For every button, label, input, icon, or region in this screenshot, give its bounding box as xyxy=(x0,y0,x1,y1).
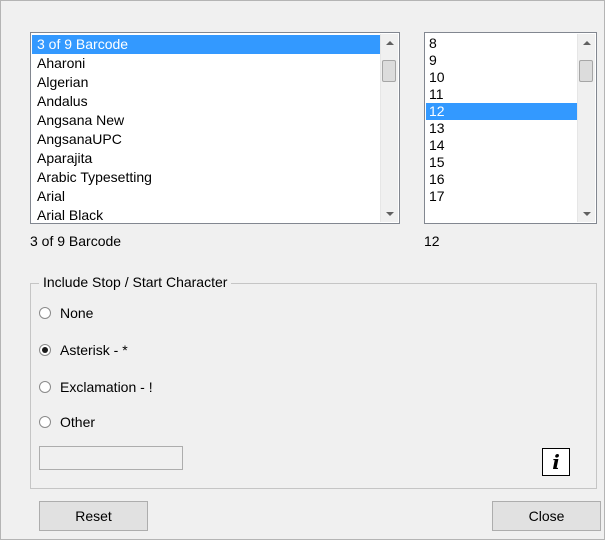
font-list-item[interactable]: Algerian xyxy=(32,73,381,92)
reset-button[interactable]: Reset xyxy=(39,501,148,531)
selected-font-label: 3 of 9 Barcode xyxy=(30,233,122,249)
font-list-item[interactable]: Andalus xyxy=(32,92,381,111)
font-list-item[interactable]: Arial Black xyxy=(32,206,381,223)
radio-asterisk[interactable]: Asterisk - * xyxy=(39,340,128,360)
font-list-items: 3 of 9 Barcode Aharoni Algerian Andalus Angs… xyxy=(32,35,381,223)
radio-button-icon[interactable] xyxy=(39,416,51,428)
size-list-item[interactable]: 15 xyxy=(426,154,578,171)
font-list-scrollbar[interactable] xyxy=(380,34,398,222)
size-list-item[interactable]: 11 xyxy=(426,86,578,103)
radio-label: None xyxy=(60,305,94,321)
size-list-item[interactable]: 13 xyxy=(426,120,578,137)
scroll-up-arrow-icon[interactable] xyxy=(578,34,595,51)
radio-none[interactable]: None xyxy=(39,303,93,323)
scroll-down-arrow-icon[interactable] xyxy=(381,205,398,222)
font-list-item[interactable]: 3 of 9 Barcode xyxy=(32,35,381,54)
stop-start-group-title: Include Stop / Start Character xyxy=(39,274,232,290)
radio-label: Exclamation - ! xyxy=(60,379,153,395)
radio-label: Asterisk - * xyxy=(60,342,128,358)
size-list-items: 8 9 10 11 12 13 14 15 16 17 xyxy=(426,35,578,205)
size-list-item[interactable]: 9 xyxy=(426,52,578,69)
size-listbox[interactable]: 8 9 10 11 12 13 14 15 16 17 xyxy=(424,32,597,224)
size-list-item[interactable]: 10 xyxy=(426,69,578,86)
size-list-item[interactable]: 12 xyxy=(426,103,578,120)
radio-other[interactable]: Other xyxy=(39,412,95,432)
selected-size-label: 12 xyxy=(424,233,440,249)
font-listbox[interactable]: 3 of 9 Barcode Aharoni Algerian Andalus Angs… xyxy=(30,32,400,224)
font-list-item[interactable]: AngsanaUPC xyxy=(32,130,381,149)
font-list-item[interactable]: Aparajita xyxy=(32,149,381,168)
size-list-item[interactable]: 17 xyxy=(426,188,578,205)
close-button[interactable]: Close xyxy=(492,501,601,531)
other-character-input[interactable] xyxy=(39,446,183,470)
size-list-item[interactable]: 8 xyxy=(426,35,578,52)
info-icon: i xyxy=(552,450,560,474)
size-list-item[interactable]: 16 xyxy=(426,171,578,188)
radio-exclamation[interactable]: Exclamation - ! xyxy=(39,377,153,397)
radio-button-icon[interactable] xyxy=(39,307,51,319)
scroll-thumb[interactable] xyxy=(382,60,396,82)
font-list-item[interactable]: Angsana New xyxy=(32,111,381,130)
size-list-scrollbar[interactable] xyxy=(577,34,595,222)
radio-label: Other xyxy=(60,414,96,430)
font-list-item[interactable]: Arabic Typesetting xyxy=(32,168,381,187)
scroll-up-arrow-icon[interactable] xyxy=(381,34,398,51)
radio-button-icon[interactable] xyxy=(39,344,51,356)
barcode-font-dialog: 3 of 9 Barcode Aharoni Algerian Andalus Angs… xyxy=(0,0,605,540)
scroll-thumb[interactable] xyxy=(579,60,593,82)
font-list-item[interactable]: Aharoni xyxy=(32,54,381,73)
font-list-item[interactable]: Arial xyxy=(32,187,381,206)
info-button[interactable]: i xyxy=(542,448,570,476)
size-list-item[interactable]: 14 xyxy=(426,137,578,154)
radio-button-icon[interactable] xyxy=(39,381,51,393)
scroll-down-arrow-icon[interactable] xyxy=(578,205,595,222)
